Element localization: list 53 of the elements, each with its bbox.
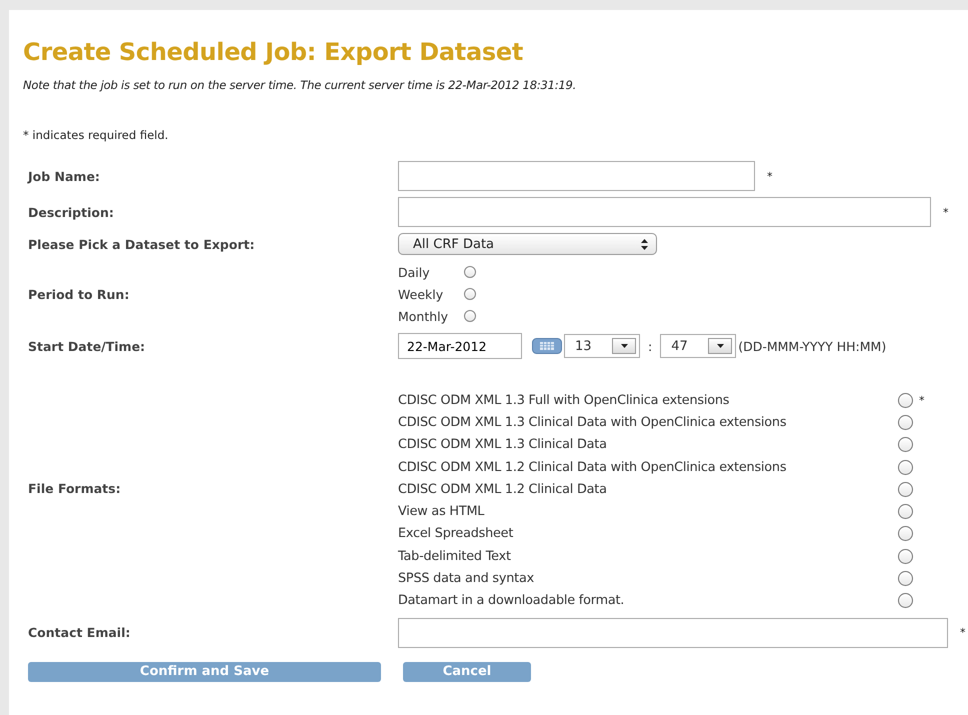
dropdown-arrow-icon: [620, 344, 628, 348]
radio-label: View as HTML: [398, 504, 486, 520]
radio-button[interactable]: [898, 437, 913, 452]
radio-label: Daily: [398, 264, 431, 280]
radio-button[interactable]: [464, 266, 476, 278]
contact-email-field[interactable]: [398, 618, 948, 648]
required-mark: *: [943, 206, 948, 218]
radio-button[interactable]: [898, 414, 913, 430]
field-label: Description:: [27, 204, 115, 220]
radio-label: CDISC ODM XML 1.2 Clinical Data: [398, 482, 608, 497]
radio-button[interactable]: [464, 288, 476, 300]
radio-label: CDISC ODM XML 1.3 Clinical Data: [398, 437, 608, 452]
required-field-note: * indicates required field.: [23, 128, 170, 142]
radio-button[interactable]: [898, 526, 913, 542]
radio-button[interactable]: [898, 460, 913, 475]
radio-label: Monthly: [398, 308, 450, 324]
minute-dropdown[interactable]: 47: [660, 334, 736, 358]
field-label: File Formats:: [27, 480, 122, 496]
dataset-dropdown[interactable]: All CRF Data: [398, 233, 657, 255]
description-field[interactable]: [398, 197, 931, 227]
field-label: Period to Run:: [27, 286, 130, 302]
radio-label: Weekly: [398, 286, 444, 302]
stepper-arrows-icon: [641, 238, 648, 250]
field-label: Job Name:: [26, 168, 101, 184]
server-time-note: Note that the job is set to run on the server time. The current server time is 22-Mar-2012 18:31:19.: [23, 78, 578, 92]
required-mark: *: [919, 394, 924, 407]
page-title: Create Scheduled Job: Export Dataset: [23, 37, 524, 66]
field-label: Contact Email:: [27, 625, 132, 640]
job-name-field[interactable]: [398, 161, 755, 191]
radio-label: CDISC ODM XML 1.3 Full with OpenClinica extensions: [398, 392, 730, 408]
radio-label: Datamart in a downloadable format.: [398, 593, 626, 608]
required-mark: *: [960, 626, 966, 640]
radio-button[interactable]: [898, 392, 913, 408]
dropdown-arrow-icon: [716, 344, 724, 348]
hour-dropdown[interactable]: 13: [564, 334, 640, 358]
radio-button[interactable]: [898, 593, 913, 608]
radio-button[interactable]: [898, 571, 913, 586]
radio-label: CDISC ODM XML 1.3 Clinical Data with OpenClinica extensions: [398, 414, 788, 430]
radio-label: CDISC ODM XML 1.2 Clinical Data with OpenClinica extensions: [398, 460, 788, 475]
radio-label: Excel Spreadsheet: [398, 526, 514, 542]
radio-button[interactable]: [898, 482, 913, 497]
field-label: Please Pick a Dataset to Export:: [27, 236, 256, 252]
time-separator: :: [648, 338, 652, 354]
radio-label: SPSS data and syntax: [398, 571, 535, 586]
radio-button[interactable]: [464, 310, 476, 322]
radio-label: Tab-delimited Text: [398, 548, 512, 564]
required-mark: *: [767, 170, 772, 182]
calendar-icon[interactable]: [532, 338, 562, 354]
date-field[interactable]: 22-Mar-2012: [398, 333, 522, 359]
date-format-hint: (DD-MMM-YYYY HH:MM): [738, 338, 886, 354]
radio-button[interactable]: [898, 548, 913, 564]
radio-button[interactable]: [898, 504, 913, 520]
field-label: Start Date/Time:: [27, 338, 146, 354]
